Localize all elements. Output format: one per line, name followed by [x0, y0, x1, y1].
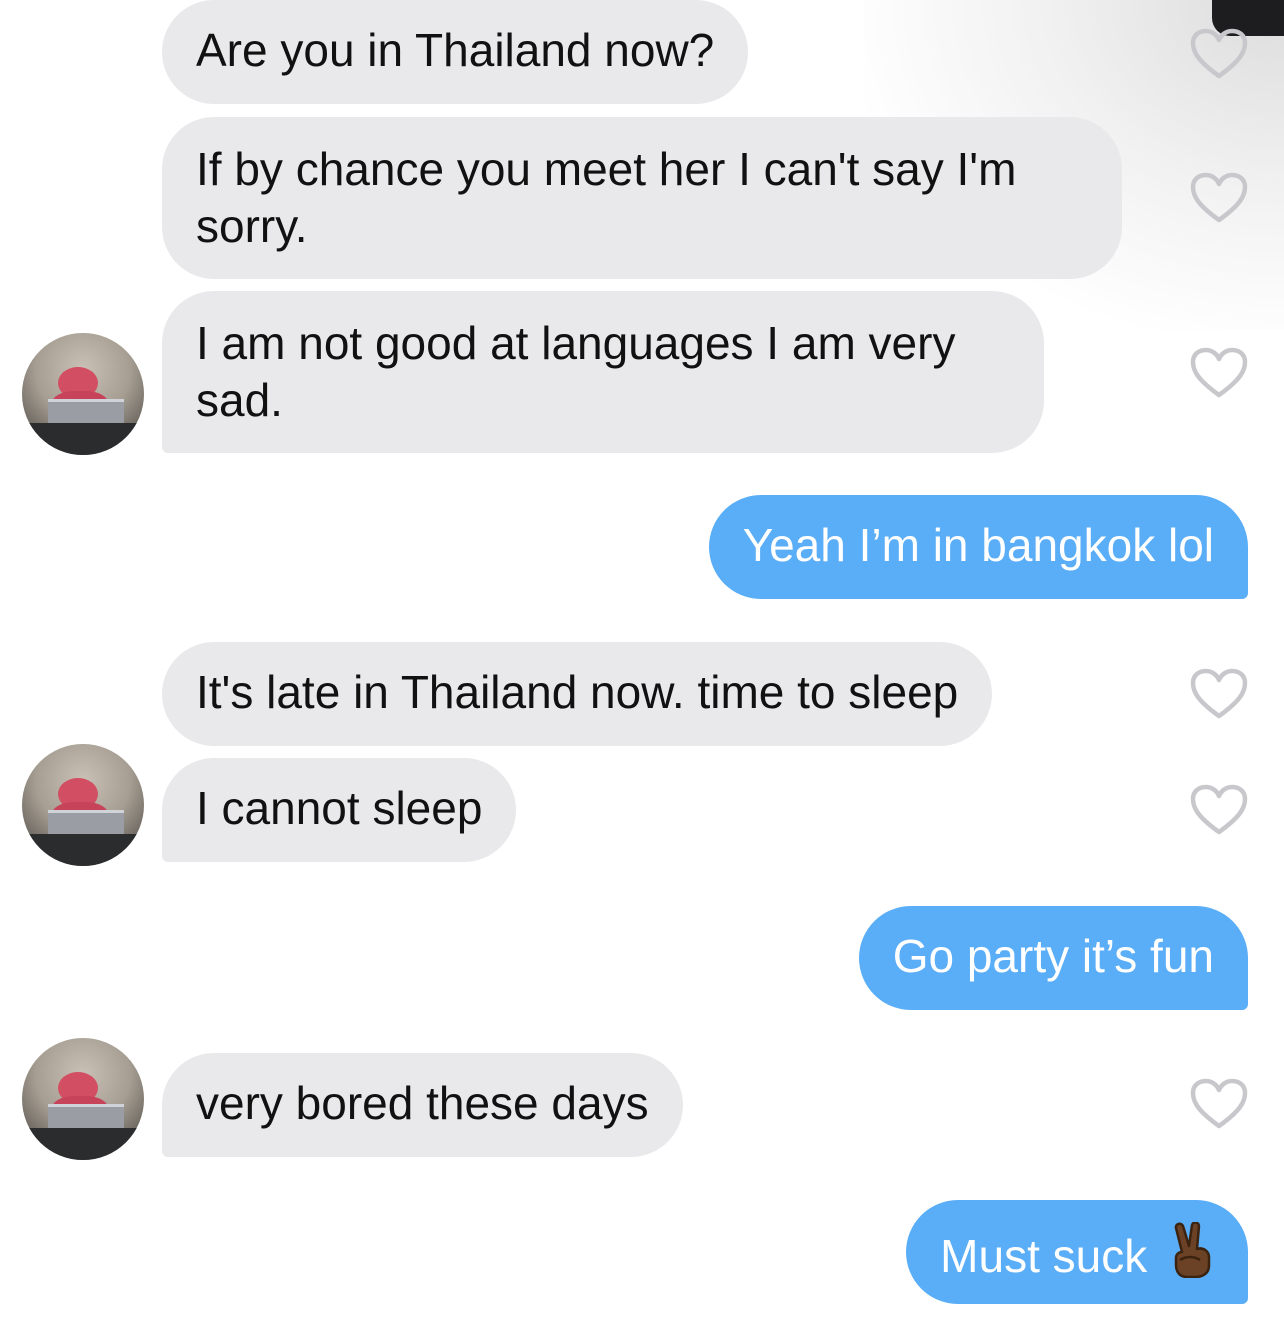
- message-text: It's late in Thailand now. time to sleep: [196, 666, 959, 718]
- victory-hand-icon: [1170, 1221, 1214, 1279]
- contact-avatar[interactable]: [22, 333, 144, 455]
- message-bubble-outgoing[interactable]: Yeah I’m in bangkok lol: [708, 495, 1248, 599]
- message-text: Go party it’s fun: [892, 930, 1214, 982]
- contact-avatar[interactable]: [22, 1038, 144, 1160]
- message-text: Yeah I’m in bangkok lol: [742, 519, 1214, 571]
- message-bubble-incoming[interactable]: I am not good at languages I am very sad…: [162, 291, 1044, 453]
- like-heart-icon[interactable]: [1190, 347, 1248, 399]
- message-bubble-outgoing[interactable]: Go party it’s fun: [858, 906, 1248, 1010]
- message-text: very bored these days: [196, 1077, 649, 1129]
- like-heart-icon[interactable]: [1190, 28, 1248, 80]
- message-bubble-incoming[interactable]: It's late in Thailand now. time to sleep: [162, 642, 993, 746]
- like-heart-icon[interactable]: [1190, 1078, 1248, 1130]
- message-text: Are you in Thailand now?: [196, 24, 715, 76]
- like-heart-icon[interactable]: [1190, 784, 1248, 836]
- contact-avatar[interactable]: [22, 744, 144, 866]
- message-text: I am not good at languages I am very sad…: [196, 317, 956, 426]
- message-text: Must suck: [940, 1230, 1148, 1282]
- message-text: I cannot sleep: [196, 782, 483, 834]
- message-text: If by chance you meet her I can't say I'…: [196, 143, 1017, 252]
- message-bubble-incoming[interactable]: Are you in Thailand now?: [162, 0, 749, 104]
- message-bubble-incoming[interactable]: I cannot sleep: [162, 758, 517, 862]
- like-heart-icon[interactable]: [1190, 668, 1248, 720]
- message-bubble-incoming[interactable]: If by chance you meet her I can't say I'…: [162, 117, 1122, 279]
- message-bubble-incoming[interactable]: very bored these days: [162, 1053, 683, 1157]
- message-bubble-outgoing[interactable]: Must suck: [906, 1200, 1248, 1304]
- like-heart-icon[interactable]: [1190, 172, 1248, 224]
